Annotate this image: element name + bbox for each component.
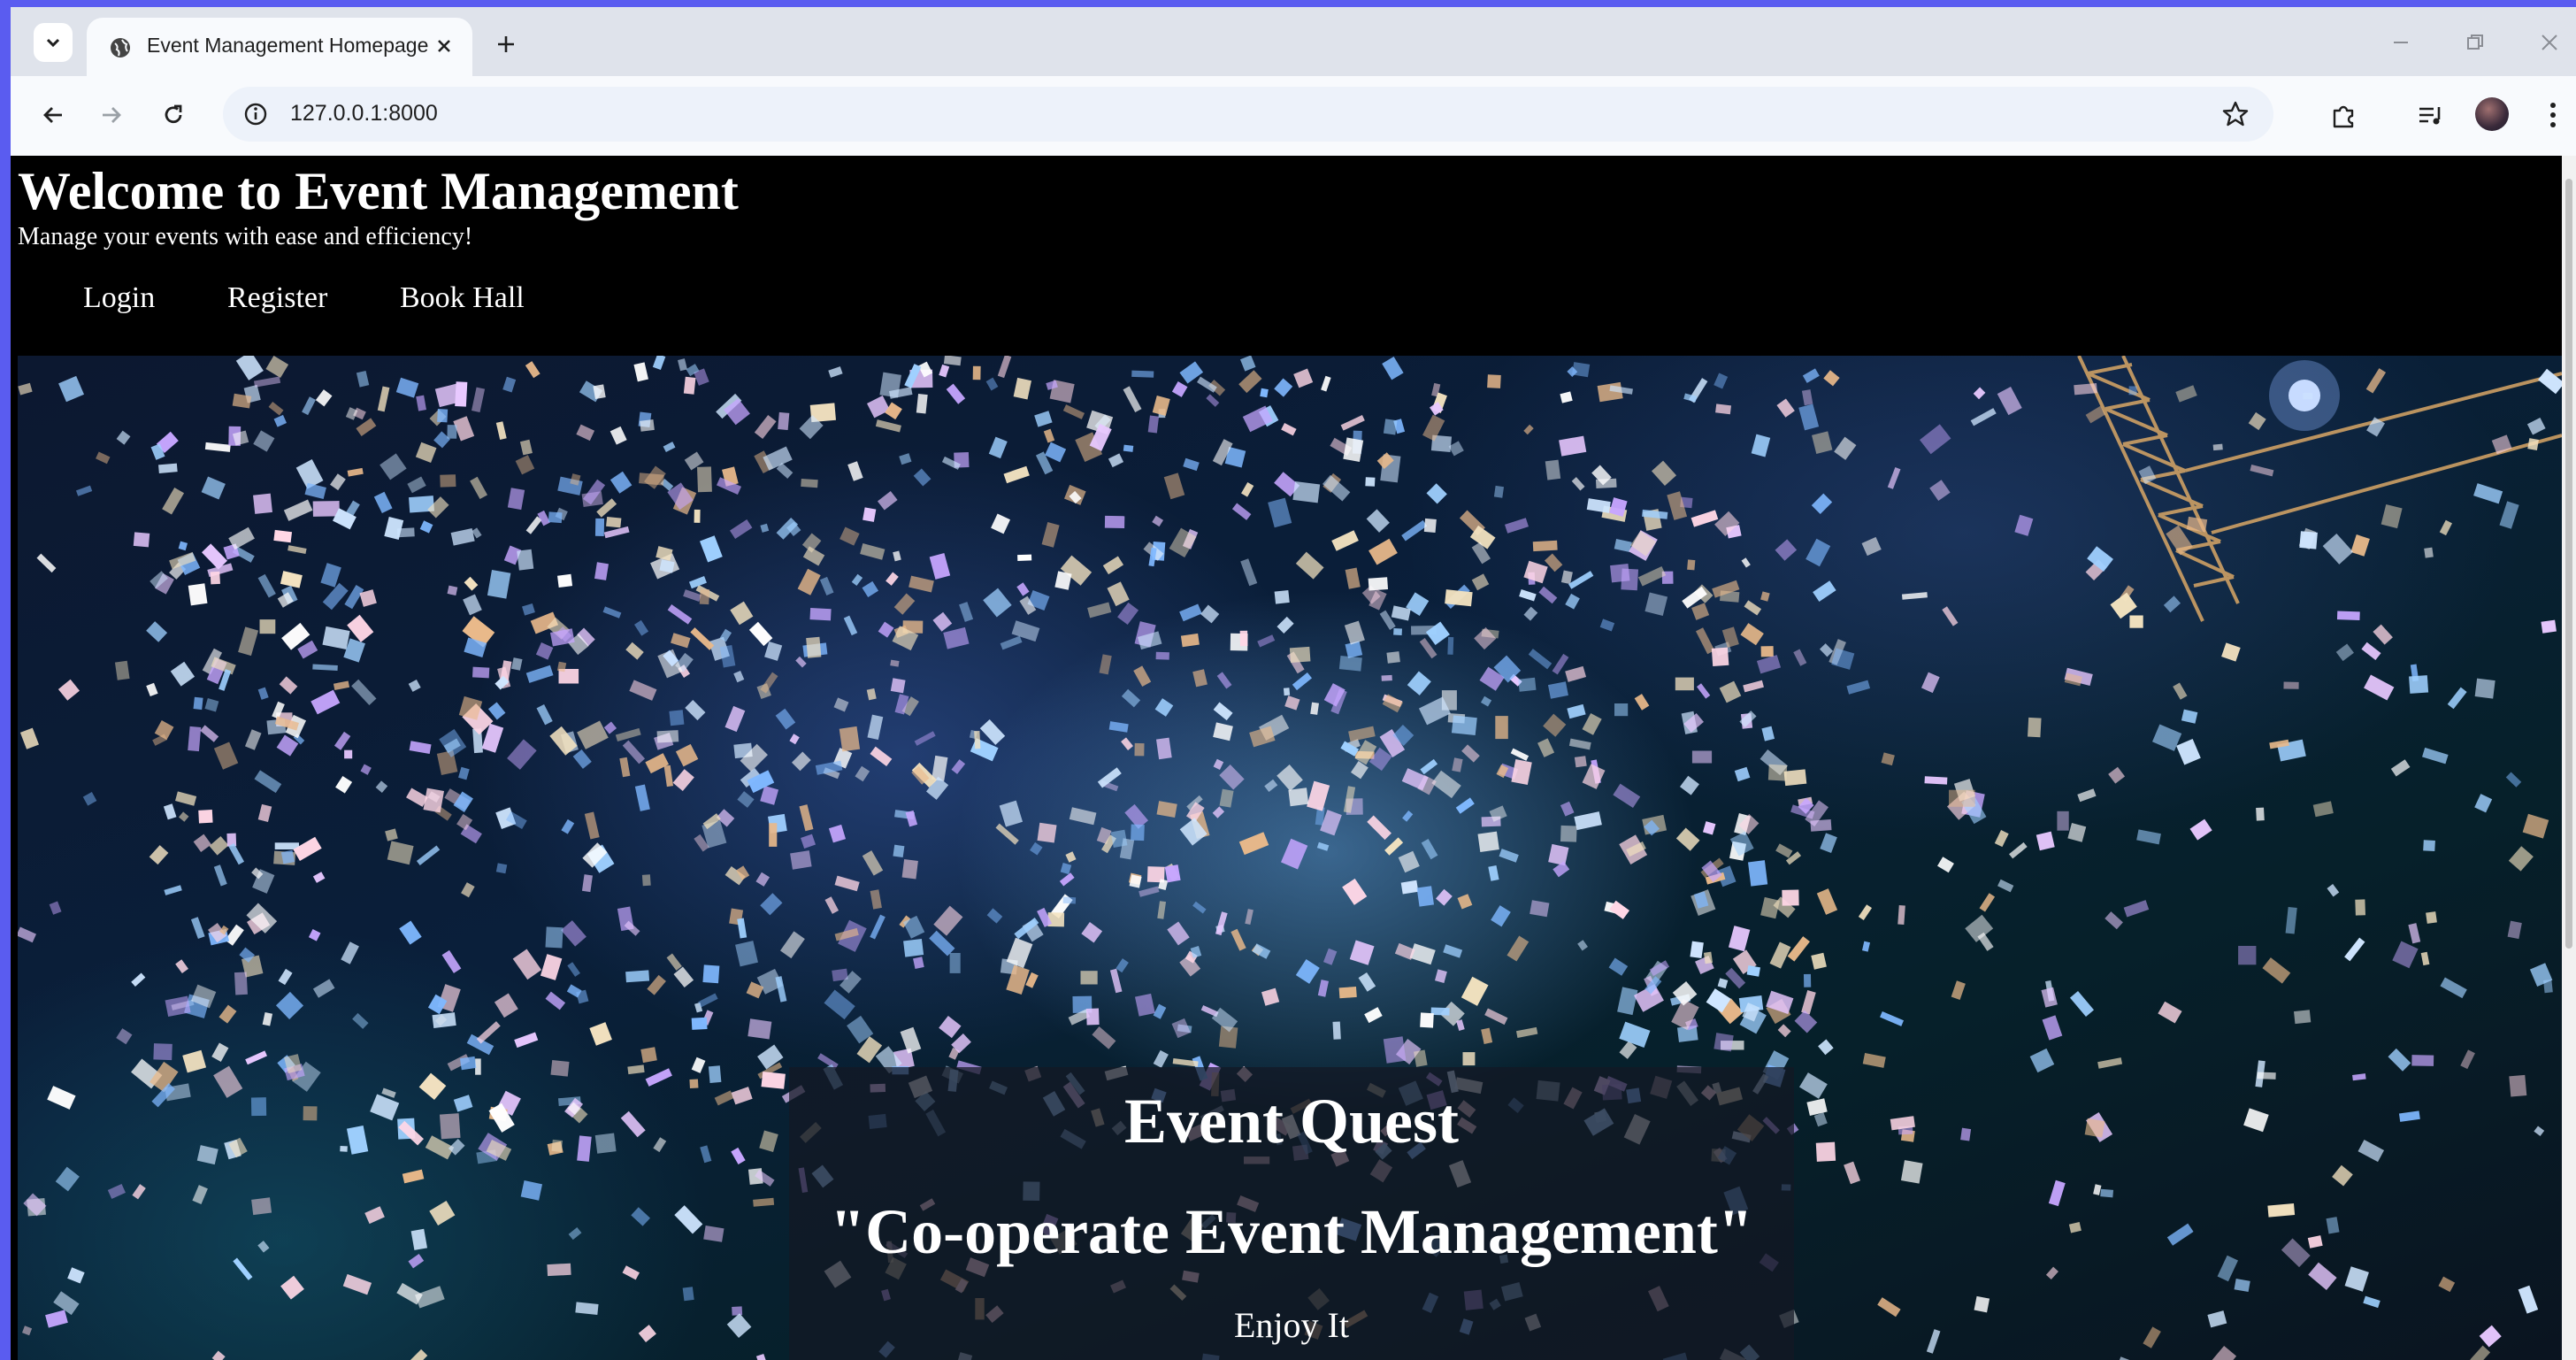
hero-card: Event Quest "Co-operate Event Management… — [789, 1067, 1794, 1360]
extensions-button[interactable] — [2325, 96, 2364, 134]
page-viewport: Welcome to Event Management Manage your … — [11, 156, 2562, 1360]
tab-title: Event Management Homepage — [147, 34, 429, 57]
close-window-button[interactable] — [2532, 25, 2567, 60]
arrow-left-icon — [43, 107, 62, 123]
browser-tab[interactable]: Event Management Homepage — [87, 18, 472, 76]
reload-button[interactable] — [154, 96, 193, 134]
menu-button[interactable] — [2534, 96, 2572, 134]
site-title: Welcome to Event Management — [18, 162, 739, 220]
minimize-button[interactable] — [2383, 25, 2419, 60]
hero-subtitle: "Co-operate Event Management" — [830, 1196, 1753, 1267]
avatar[interactable] — [2475, 97, 2509, 131]
tab-close-button[interactable] — [428, 30, 460, 62]
globe-icon — [111, 38, 130, 58]
url-text[interactable]: 127.0.0.1:8000 — [290, 101, 438, 127]
browser-toolbar: 127.0.0.1:8000 — [11, 76, 2576, 156]
hero-tagline: Enjoy It — [1234, 1305, 1349, 1345]
scrollbar-thumb[interactable] — [2565, 179, 2572, 949]
forward-button[interactable] — [92, 96, 131, 134]
page-scrollbar[interactable] — [2562, 156, 2576, 1360]
address-bar[interactable]: 127.0.0.1:8000 — [223, 87, 2273, 142]
kebab-menu-icon — [2550, 103, 2556, 127]
tab-search-button[interactable] — [34, 23, 73, 62]
hero-banner: Event Quest "Co-operate Event Management… — [18, 356, 2562, 1360]
tab-strip: Event Management Homepage — [11, 7, 2576, 76]
nav-register-link[interactable]: Register — [227, 281, 327, 315]
browser-window: Event Management Homepage 127.0.0.1:8000… — [11, 7, 2576, 1360]
hero-title: Event Quest — [1124, 1086, 1459, 1156]
close-icon — [438, 40, 450, 52]
minimize-icon — [2394, 42, 2408, 43]
new-tab-button[interactable] — [488, 27, 524, 62]
restore-button[interactable] — [2457, 25, 2493, 60]
nav-book-hall-link[interactable]: Book Hall — [400, 281, 525, 315]
back-button[interactable] — [34, 96, 73, 134]
puzzle-icon — [2333, 105, 2354, 128]
media-control-button[interactable] — [2411, 96, 2450, 134]
restore-icon — [2467, 35, 2483, 50]
reload-icon — [165, 104, 182, 124]
info-icon[interactable] — [242, 101, 269, 127]
site-tagline: Manage your events with ease and efficie… — [18, 223, 473, 250]
site-header: Welcome to Event Management Manage your … — [11, 156, 2562, 356]
media-control-icon — [2419, 107, 2441, 125]
arrow-right-icon — [103, 107, 121, 123]
plus-icon — [498, 36, 514, 52]
nav-login-link[interactable]: Login — [83, 281, 155, 315]
star-icon[interactable] — [2220, 99, 2250, 129]
close-icon — [2542, 35, 2557, 50]
chevron-down-icon — [46, 38, 60, 48]
